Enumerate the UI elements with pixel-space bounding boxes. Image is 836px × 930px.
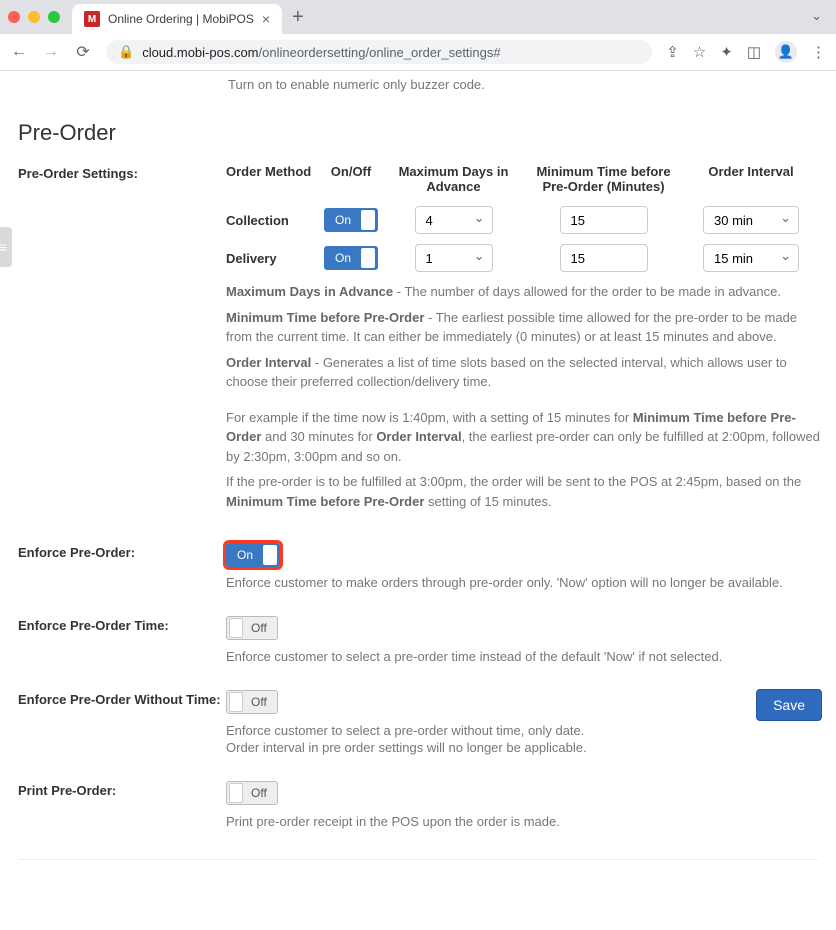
collection-interval-select[interactable]: 30 min bbox=[703, 206, 799, 234]
print-preorder-block: Print Pre-Order: Off Print pre-order rec… bbox=[18, 781, 818, 829]
enforce-preorder-block: Enforce Pre-Order: On Enforce customer t… bbox=[18, 543, 818, 590]
enforce-time-block: Enforce Pre-Order Time: Off Enforce cust… bbox=[18, 616, 818, 664]
forward-button[interactable]: → bbox=[42, 43, 60, 61]
header-interval: Order Interval bbox=[681, 164, 821, 194]
maximize-window-button[interactable] bbox=[48, 11, 60, 23]
delivery-max-days-select[interactable]: 1 bbox=[415, 244, 493, 272]
close-window-button[interactable] bbox=[8, 11, 20, 23]
kebab-menu-icon[interactable]: ⋮ bbox=[811, 43, 826, 61]
row-collection: Collection On 4 30 min bbox=[226, 206, 821, 234]
back-button[interactable]: ← bbox=[10, 43, 28, 61]
page-content: ≡ Turn on to enable numeric only buzzer … bbox=[0, 77, 836, 930]
collection-min-time-input[interactable] bbox=[560, 206, 648, 234]
url-bar[interactable]: 🔒 cloud.mobi-pos.com/onlineordersetting/… bbox=[106, 40, 652, 64]
url-path: /onlineordersetting/online_order_setting… bbox=[259, 45, 501, 60]
minimize-window-button[interactable] bbox=[28, 11, 40, 23]
share-icon[interactable]: ⇪ bbox=[666, 43, 679, 61]
enforce-without-time-toggle[interactable]: Off bbox=[226, 690, 278, 714]
enforce-without-time-desc1: Enforce customer to select a pre-order w… bbox=[226, 723, 818, 738]
enforce-time-label: Enforce Pre-Order Time: bbox=[18, 616, 226, 664]
print-preorder-label: Print Pre-Order: bbox=[18, 781, 226, 829]
enforce-preorder-label: Enforce Pre-Order: bbox=[18, 543, 226, 590]
header-order-method: Order Method bbox=[226, 164, 321, 194]
row-delivery: Delivery On 1 15 min bbox=[226, 244, 821, 272]
window-controls bbox=[8, 11, 60, 23]
print-preorder-desc: Print pre-order receipt in the POS upon … bbox=[226, 814, 818, 829]
enforce-preorder-toggle[interactable]: On bbox=[226, 543, 280, 567]
profile-avatar[interactable]: 👤 bbox=[775, 41, 797, 63]
help-max-days: Maximum Days in Advance - The number of … bbox=[226, 282, 821, 302]
row-collection-label: Collection bbox=[226, 213, 321, 228]
reload-button[interactable]: ⟳ bbox=[74, 42, 92, 62]
reader-icon[interactable]: ◫ bbox=[747, 43, 761, 61]
tab-favicon: M bbox=[84, 11, 100, 27]
browser-tab[interactable]: M Online Ordering | MobiPOS × bbox=[72, 4, 282, 34]
buzzer-code-description: Turn on to enable numeric only buzzer co… bbox=[228, 77, 818, 92]
delivery-interval-select[interactable]: 15 min bbox=[703, 244, 799, 272]
new-tab-button[interactable]: + bbox=[282, 6, 314, 29]
enforce-time-desc: Enforce customer to select a pre-order t… bbox=[226, 649, 818, 664]
address-bar-row: ← → ⟳ 🔒 cloud.mobi-pos.com/onlineorderse… bbox=[0, 34, 836, 70]
tab-title: Online Ordering | MobiPOS bbox=[108, 12, 254, 26]
save-button[interactable]: Save bbox=[756, 689, 822, 721]
enforce-time-toggle[interactable]: Off bbox=[226, 616, 278, 640]
row-delivery-label: Delivery bbox=[226, 251, 321, 266]
browser-chrome: M Online Ordering | MobiPOS × + ⌄ ← → ⟳ … bbox=[0, 0, 836, 71]
toolbar-icons: ⇪ ☆ ✦ ◫ 👤 ⋮ bbox=[666, 41, 826, 63]
delivery-min-time-input[interactable] bbox=[560, 244, 648, 272]
extensions-icon[interactable]: ✦ bbox=[720, 43, 733, 61]
help-example-2: If the pre-order is to be fulfilled at 3… bbox=[226, 472, 821, 511]
enforce-without-time-desc2: Order interval in pre order settings wil… bbox=[226, 740, 818, 755]
bookmark-icon[interactable]: ☆ bbox=[693, 43, 706, 61]
close-tab-button[interactable]: × bbox=[262, 11, 270, 27]
help-example-1: For example if the time now is 1:40pm, w… bbox=[226, 408, 821, 467]
help-min-time: Minimum Time before Pre-Order - The earl… bbox=[226, 308, 821, 347]
header-max-days: Maximum Days in Advance bbox=[381, 164, 526, 194]
header-on-off: On/Off bbox=[321, 164, 381, 194]
url-host: cloud.mobi-pos.com bbox=[142, 45, 258, 60]
side-drawer-handle[interactable]: ≡ bbox=[0, 227, 12, 267]
tabs-menu-button[interactable]: ⌄ bbox=[811, 8, 822, 24]
header-min-time: Minimum Time before Pre-Order (Minutes) bbox=[526, 164, 681, 194]
divider bbox=[18, 859, 818, 860]
tab-strip: M Online Ordering | MobiPOS × + ⌄ bbox=[0, 0, 836, 34]
enforce-without-time-label: Enforce Pre-Order Without Time: bbox=[18, 690, 226, 755]
print-preorder-toggle[interactable]: Off bbox=[226, 781, 278, 805]
delivery-toggle[interactable]: On bbox=[324, 246, 378, 270]
collection-max-days-select[interactable]: 4 bbox=[415, 206, 493, 234]
preorder-settings-label: Pre-Order Settings: bbox=[18, 164, 226, 517]
settings-header-row: Order Method On/Off Maximum Days in Adva… bbox=[226, 164, 821, 194]
lock-icon: 🔒 bbox=[118, 44, 134, 60]
enforce-preorder-desc: Enforce customer to make orders through … bbox=[226, 575, 818, 590]
collection-toggle[interactable]: On bbox=[324, 208, 378, 232]
enforce-without-time-block: Enforce Pre-Order Without Time: Off Enfo… bbox=[18, 690, 818, 755]
help-interval: Order Interval - Generates a list of tim… bbox=[226, 353, 821, 392]
section-title: Pre-Order bbox=[18, 120, 818, 146]
